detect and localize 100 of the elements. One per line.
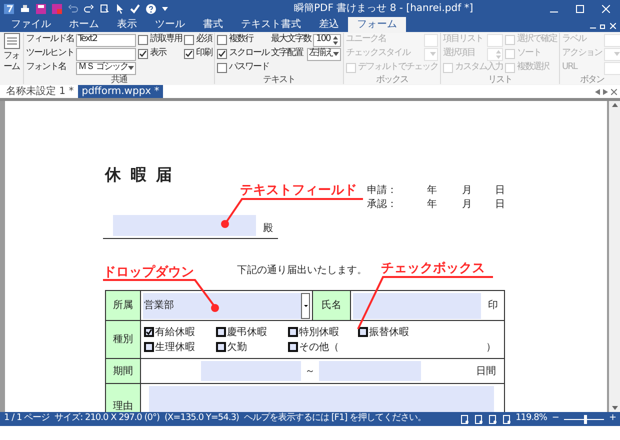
dropdown-arrow-icon bbox=[614, 52, 620, 56]
scroll-down-icon[interactable] bbox=[612, 406, 618, 410]
select-icon[interactable] bbox=[100, 4, 110, 14]
addressee-field[interactable] bbox=[113, 215, 256, 236]
department-dropdown[interactable]: 営業部 bbox=[143, 292, 310, 318]
menu-tab[interactable]: ホーム bbox=[60, 17, 108, 32]
dropdown-arrow-icon bbox=[430, 52, 436, 56]
restore-icon[interactable] bbox=[600, 23, 606, 29]
closing-parenthesis: ） bbox=[486, 340, 496, 354]
checkbox-label: 有給休暇 bbox=[155, 326, 195, 340]
number-field[interactable]: 100 bbox=[313, 34, 341, 46]
field-label: フォント名 bbox=[26, 61, 66, 74]
scroll-left-icon[interactable] bbox=[595, 89, 600, 95]
row-label: 種別 bbox=[106, 321, 141, 358]
checkbox-label: ソート bbox=[517, 47, 541, 60]
checkbox[interactable] bbox=[217, 35, 227, 45]
checkbox[interactable] bbox=[138, 49, 148, 59]
caret-icon[interactable] bbox=[162, 6, 168, 10]
form-title: 休 暇 届 bbox=[105, 164, 174, 183]
menu-tab[interactable]: フォーム bbox=[348, 17, 406, 32]
checkbox[interactable] bbox=[144, 342, 154, 352]
checkbox-label: 選択で確定 bbox=[517, 33, 557, 46]
menu-tab[interactable]: 表示 bbox=[108, 17, 146, 32]
app-icon[interactable] bbox=[4, 4, 14, 14]
scrollbar[interactable] bbox=[609, 101, 620, 412]
checkbox[interactable] bbox=[184, 35, 194, 45]
zoom-out-button[interactable]: − bbox=[552, 412, 559, 426]
menu-tab[interactable]: テキスト書式 bbox=[232, 17, 310, 32]
check-icon bbox=[185, 50, 193, 58]
menu-tab[interactable]: 差込 bbox=[310, 17, 348, 32]
days-label: 日間 bbox=[476, 364, 496, 378]
start-date-field[interactable] bbox=[201, 361, 301, 381]
close-icon[interactable] bbox=[611, 89, 617, 95]
callout-label: チェックボックス bbox=[381, 260, 485, 278]
row-label: 所属 bbox=[106, 291, 141, 320]
day-label: 日 bbox=[495, 184, 505, 198]
checkbox[interactable] bbox=[217, 49, 227, 59]
page-size: サイズ: 210.0 X 297.0 (0°) bbox=[54, 412, 160, 426]
maximize-icon[interactable] bbox=[576, 4, 584, 12]
checkbox[interactable] bbox=[217, 63, 227, 73]
input-field[interactable]: Text2 bbox=[76, 34, 136, 46]
callout-label: テキストフィールド bbox=[240, 182, 357, 200]
checkbox-label: その他（ bbox=[299, 340, 339, 354]
input-field[interactable] bbox=[76, 48, 136, 60]
checkbox[interactable] bbox=[216, 327, 226, 337]
field-label: フィールド名 bbox=[26, 33, 74, 46]
checkbox-label: 特別休暇 bbox=[299, 326, 339, 340]
checkbox[interactable] bbox=[358, 327, 368, 337]
field-label: ラベル bbox=[562, 33, 586, 46]
field-label: アクション bbox=[562, 47, 602, 60]
dropdown-field[interactable]: 左揃え bbox=[307, 48, 341, 60]
dropdown-field[interactable]: ＭＳ ゴシック bbox=[76, 62, 136, 74]
dropdown-arrow-icon bbox=[128, 66, 134, 70]
date-label: 申請： bbox=[367, 184, 398, 198]
name-field[interactable] bbox=[353, 292, 481, 318]
save-icon[interactable] bbox=[36, 4, 46, 14]
form-button[interactable]: フォーム bbox=[0, 33, 24, 84]
end-date-field[interactable] bbox=[319, 361, 421, 381]
checkbox[interactable] bbox=[144, 327, 154, 337]
checkbox-label: 複数選択 bbox=[517, 61, 549, 74]
menu-tab[interactable]: ツール bbox=[146, 17, 194, 32]
zoom-level: 119.8% bbox=[516, 412, 547, 426]
check-icon bbox=[139, 50, 147, 58]
checkbox-label: 生理休暇 bbox=[155, 340, 195, 354]
checkbox-label: 慶弔休暇 bbox=[227, 326, 267, 340]
menu-tab[interactable]: ファイル bbox=[2, 17, 60, 32]
scroll-right-icon[interactable] bbox=[603, 89, 608, 95]
row-label: 氏名 bbox=[313, 291, 351, 320]
year-label: 年 bbox=[427, 198, 438, 212]
help-icon[interactable] bbox=[146, 4, 156, 14]
field-label: 選択項目 bbox=[443, 47, 475, 60]
zoom-slider-thumb[interactable] bbox=[584, 414, 587, 424]
check-icon[interactable] bbox=[130, 4, 140, 14]
redo-icon[interactable] bbox=[84, 4, 94, 14]
menu-tab[interactable]: 書式 bbox=[194, 17, 232, 32]
document-tab[interactable]: 名称未設定 1 * bbox=[2, 85, 78, 98]
group-title: 共通 bbox=[110, 75, 128, 86]
row-label: 理由 bbox=[106, 384, 141, 412]
checkbox[interactable] bbox=[138, 35, 148, 45]
checkbox[interactable] bbox=[288, 342, 298, 352]
group-title: ボックス bbox=[375, 75, 409, 86]
document-tab[interactable]: pdfform.wppx * bbox=[78, 85, 164, 98]
checkbox[interactable] bbox=[184, 49, 194, 59]
checkbox[interactable] bbox=[288, 327, 298, 337]
year-label: 年 bbox=[427, 184, 438, 198]
print-icon[interactable] bbox=[20, 4, 30, 14]
dropdown-arrow-icon bbox=[304, 304, 308, 306]
undo-icon[interactable] bbox=[68, 4, 78, 14]
field-label: 文字配置 bbox=[271, 47, 303, 60]
pointer-icon[interactable] bbox=[116, 4, 124, 14]
zoom-in-button[interactable]: + bbox=[608, 412, 616, 426]
field-label: URL bbox=[562, 61, 577, 74]
scroll-up-icon[interactable] bbox=[612, 103, 618, 107]
window-title: 瞬簡PDF 書けまっせ 8 - [hanrei.pdf *] bbox=[294, 2, 474, 16]
help-text: ヘルプを表示するには [F1] を押してください。 bbox=[244, 412, 426, 426]
day-label: 日 bbox=[495, 198, 505, 212]
group-title: リスト bbox=[487, 75, 513, 86]
checkbox[interactable] bbox=[216, 342, 226, 352]
spin-arrows-icon bbox=[496, 50, 501, 58]
check-icon bbox=[146, 329, 152, 335]
